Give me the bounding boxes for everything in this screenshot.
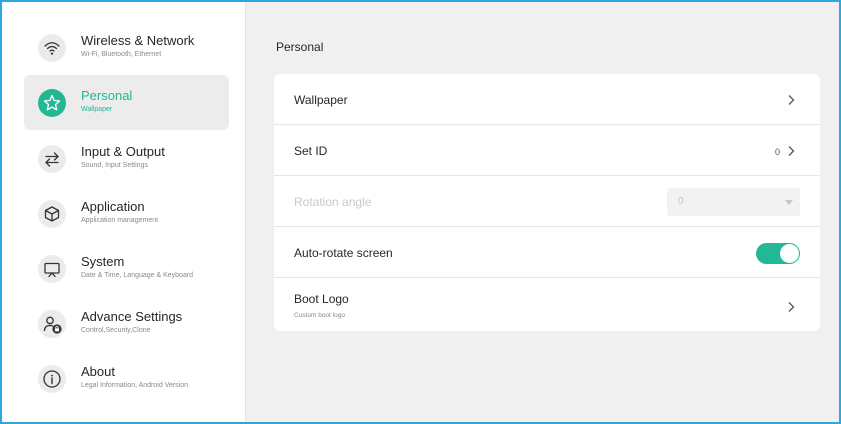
app-cube-icon xyxy=(38,200,66,228)
wallpaper-label: Wallpaper xyxy=(294,93,348,107)
boot-logo-subtitle: Custom boot logo xyxy=(294,312,345,319)
sidebar-item-input-output[interactable]: Input & Output Sound, Input Settings xyxy=(24,131,229,186)
auto-rotate-label: Auto-rotate screen xyxy=(294,246,393,260)
rotation-angle-select: 0 xyxy=(667,188,800,216)
sidebar-item-subtitle: Control,Security,Clone xyxy=(81,327,151,334)
wallpaper-row[interactable]: Wallpaper xyxy=(274,74,820,125)
set-id-row[interactable]: Set ID 0 xyxy=(274,125,820,176)
boot-logo-label: Boot Logo xyxy=(294,292,349,306)
settings-card: Wallpaper Set ID 0 Rotation angle 0 Auto… xyxy=(274,74,820,331)
sidebar-item-title: Application xyxy=(81,199,145,214)
sidebar-item-title: Input & Output xyxy=(81,144,165,159)
sidebar-item-subtitle: Wi-Fi, Bluetooth, Ethernet xyxy=(81,51,162,58)
set-id-value: 0 xyxy=(774,147,780,157)
info-icon xyxy=(38,365,66,393)
sidebar-item-title: About xyxy=(81,364,115,379)
user-lock-icon xyxy=(38,310,66,338)
chevron-right-icon xyxy=(788,302,795,312)
sidebar-item-subtitle: Application management xyxy=(81,217,159,224)
star-icon xyxy=(38,89,66,117)
sidebar-item-application[interactable]: Application Application management xyxy=(24,186,229,241)
settings-window: Wireless & Network Wi-Fi, Bluetooth, Eth… xyxy=(0,0,841,424)
rotation-angle-value: 0 xyxy=(678,196,684,207)
sidebar-item-title: System xyxy=(81,254,125,269)
main-panel: Personal Wallpaper Set ID 0 Rotation ang… xyxy=(246,2,839,422)
rotation-angle-row: Rotation angle 0 xyxy=(274,176,820,227)
sidebar-item-wireless-network[interactable]: Wireless & Network Wi-Fi, Bluetooth, Eth… xyxy=(24,20,229,75)
sidebar-item-advance-settings[interactable]: Advance Settings Control,Security,Clone xyxy=(24,296,229,351)
rotation-angle-label: Rotation angle xyxy=(294,195,372,209)
auto-rotate-toggle[interactable] xyxy=(756,243,800,264)
boot-logo-row[interactable]: Boot Logo Custom boot logo xyxy=(274,278,820,329)
sidebar-item-subtitle: Date & Time, Language & Keyboard xyxy=(81,272,194,279)
set-id-label: Set ID xyxy=(294,144,328,158)
sidebar-item-personal[interactable]: Personal Wallpaper xyxy=(24,75,229,130)
chevron-right-icon xyxy=(788,95,795,105)
swap-arrows-icon xyxy=(38,145,66,173)
auto-rotate-row[interactable]: Auto-rotate screen xyxy=(274,227,820,278)
sidebar-item-about[interactable]: About Legal Information, Android Version xyxy=(24,351,229,406)
sidebar-item-title: Advance Settings xyxy=(81,309,183,324)
sidebar-item-subtitle: Wallpaper xyxy=(81,106,113,113)
sidebar-item-title: Personal xyxy=(81,88,133,103)
dropdown-caret-icon xyxy=(785,200,793,205)
wifi-icon xyxy=(38,34,66,62)
sidebar: Wireless & Network Wi-Fi, Bluetooth, Eth… xyxy=(2,2,246,422)
monitor-icon xyxy=(38,255,66,283)
chevron-right-icon xyxy=(788,146,795,156)
sidebar-item-subtitle: Legal Information, Android Version xyxy=(81,382,189,389)
toggle-knob xyxy=(780,244,799,263)
sidebar-item-system[interactable]: System Date & Time, Language & Keyboard xyxy=(24,241,229,296)
page-title: Personal xyxy=(276,40,324,54)
sidebar-item-subtitle: Sound, Input Settings xyxy=(81,162,148,169)
sidebar-item-title: Wireless & Network xyxy=(81,33,195,48)
